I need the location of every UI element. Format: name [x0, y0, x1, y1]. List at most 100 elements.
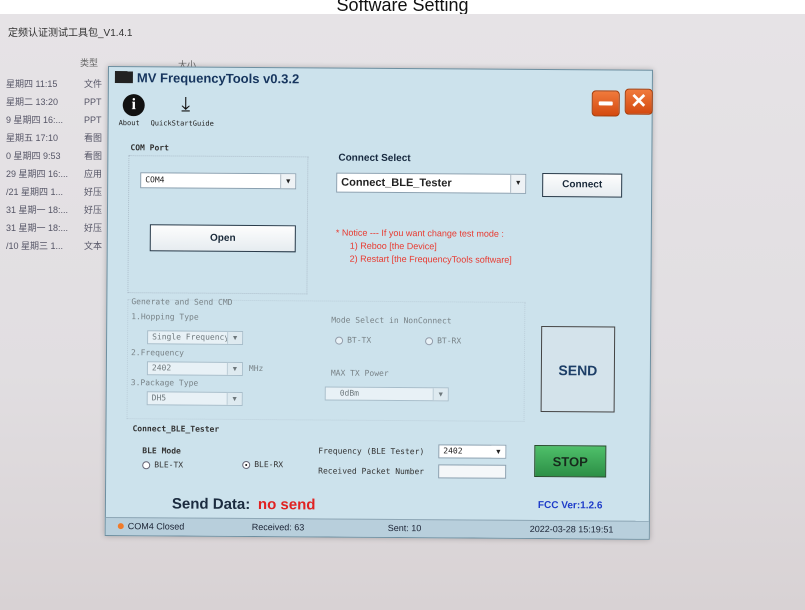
file-type: 应用 [84, 169, 103, 179]
frequency-select[interactable]: 2402 ▼ [146, 361, 243, 376]
ble-tx-radio[interactable] [142, 461, 151, 470]
frequency-tools-window: MV FrequencyTools v0.3.2 ✕ i About ⤓ Qui… [104, 66, 653, 540]
status-received: Received: 63 [251, 522, 305, 533]
ble-frequency-select[interactable]: 2402 ▼ [438, 444, 507, 459]
file-type: 好压 [84, 187, 103, 197]
explorer-file-row[interactable]: 9 星期四 16:... PPT [6, 113, 102, 126]
ble-tx-label[interactable]: BLE-TX [154, 460, 183, 469]
status-bar: COM4 Closed Received: 63 Sent: 10 2022-0… [105, 516, 649, 539]
explorer-file-row[interactable]: 31 星期一 18:... 好压 [6, 221, 102, 234]
explorer-file-row[interactable]: 星期五 17:10 看图 [6, 131, 102, 144]
package-type-select[interactable]: DH5 ▼ [146, 391, 243, 406]
hopping-type-value: Single Frequency [152, 332, 230, 342]
max-tx-power-label: MAX TX Power [330, 368, 389, 378]
minimize-button[interactable] [591, 90, 620, 117]
download-gear-icon[interactable]: ⤓ [173, 91, 199, 117]
status-datetime: 2022-03-28 15:19:51 [529, 523, 614, 535]
chevron-down-icon: ▼ [280, 174, 296, 189]
com-port-value: COM4 [145, 175, 165, 185]
ble-rx-label[interactable]: BLE-RX [254, 460, 283, 469]
notice-line-1: * Notice --- If you want change test mod… [335, 227, 504, 239]
file-type: 好压 [84, 205, 103, 215]
bt-tx-label[interactable]: BT-TX [347, 336, 371, 345]
max-tx-power-value: 0dBm [339, 388, 360, 398]
explorer-file-row[interactable]: 29 星期四 16:... 应用 [6, 167, 102, 180]
frequency-value: 2402 [151, 363, 172, 373]
max-tx-power-select[interactable]: 0dBm ▼ [324, 386, 449, 402]
frequency-unit: MHz [248, 363, 264, 374]
connect-select[interactable]: Connect_BLE_Tester ▼ [336, 172, 527, 194]
chevron-down-icon: ▼ [510, 174, 526, 193]
chevron-down-icon: ▼ [226, 392, 242, 405]
hopping-type-select[interactable]: Single Frequency ▼ [147, 330, 244, 345]
com-port-select[interactable]: COM4 ▼ [140, 172, 297, 190]
file-date: 星期四 11:15 [6, 79, 58, 89]
ble-mode-label: BLE Mode [142, 446, 181, 456]
send-button[interactable]: SEND [540, 326, 616, 413]
package-type-label: 3.Package Type [130, 378, 199, 388]
file-type: PPT [84, 97, 102, 107]
send-data-label: Send Data: [171, 495, 251, 514]
fcc-version: FCC Ver:1.2.6 [537, 500, 603, 512]
explorer-file-row[interactable]: 星期四 11:15 文件 [6, 77, 102, 90]
close-button[interactable]: ✕ [624, 88, 653, 115]
explorer-title: 定频认证测试工具包_V1.4.1 [8, 28, 133, 39]
connect-select-label: Connect Select [338, 152, 411, 165]
notice-line-3: 2) Restart [the FrequencyTools software] [349, 253, 512, 265]
file-type: 看图 [84, 151, 103, 161]
file-date: 9 星期四 16:... [6, 115, 64, 125]
file-type: 好压 [84, 223, 103, 233]
bt-tx-radio[interactable] [335, 336, 344, 345]
bt-rx-radio[interactable] [425, 337, 434, 346]
explorer-file-row[interactable]: 0 星期四 9:53 看图 [6, 149, 102, 162]
chevron-down-icon: ▼ [226, 362, 242, 375]
explorer-file-row[interactable]: 星期二 13:20 PPT [6, 95, 102, 108]
file-type: 文件 [84, 79, 103, 89]
bt-rx-label[interactable]: BT-RX [437, 336, 461, 345]
com-port-label: COM Port [130, 143, 169, 153]
status-indicator-icon [117, 523, 124, 530]
about-label[interactable]: About [119, 119, 140, 127]
package-type-value: DH5 [151, 393, 167, 403]
notice-text: * Notice --- If you want change test mod… [336, 227, 512, 267]
file-date: 31 星期一 18:... [6, 205, 69, 215]
status-port: COM4 Closed [127, 521, 185, 532]
chevron-down-icon: ▼ [227, 331, 243, 344]
file-type: PPT [84, 115, 102, 125]
file-type: 看图 [84, 133, 103, 143]
quickstart-guide-label[interactable]: QuickStartGuide [151, 119, 214, 127]
window-title: MV FrequencyTools v0.3.2 [136, 70, 300, 87]
ble-frequency-value: 2402 [443, 446, 463, 456]
explorer-column-type[interactable]: 类型 [80, 56, 98, 69]
connect-button[interactable]: Connect [542, 173, 623, 198]
explorer-file-row[interactable]: /21 星期四 1... 好压 [6, 185, 102, 198]
stop-button[interactable]: STOP [534, 444, 607, 478]
hopping-type-label: 1.Hopping Type [131, 312, 199, 322]
mode-select-label: Mode Select in NonConnect [331, 315, 452, 326]
photo-caption: Software Setting [0, 0, 805, 14]
file-type: 文本 [84, 241, 103, 251]
open-button[interactable]: Open [149, 224, 296, 253]
chevron-down-icon: ▼ [432, 388, 448, 401]
chevron-down-icon: ▼ [491, 445, 506, 458]
send-data-value: no send [257, 496, 316, 514]
info-icon[interactable]: i [122, 94, 145, 117]
ble-frequency-label: Frequency (BLE Tester) [318, 446, 425, 457]
file-date: /10 星期三 1... [6, 241, 64, 251]
file-date: 星期二 13:20 [6, 97, 59, 107]
explorer-file-row[interactable]: /10 星期三 1... 文本 [6, 239, 102, 252]
explorer-file-row[interactable]: 31 星期一 18:... 好压 [6, 203, 102, 216]
received-packet-field[interactable] [438, 464, 507, 479]
frequency-label: 2.Frequency [130, 348, 185, 358]
received-packet-label: Received Packet Number [318, 466, 425, 477]
file-date: 29 星期四 16:... [6, 169, 69, 179]
file-date: 0 星期四 9:53 [6, 151, 61, 161]
ble-rx-radio[interactable] [242, 460, 251, 470]
title-bar[interactable]: MV FrequencyTools v0.3.2 [109, 67, 652, 91]
connect-select-value: Connect_BLE_Tester [341, 176, 452, 190]
app-icon [114, 71, 133, 84]
file-date: 星期五 17:10 [6, 133, 59, 143]
file-date: 31 星期一 18:... [6, 223, 69, 233]
notice-line-2: 1) Reboo [the Device] [349, 240, 437, 252]
status-sent: Sent: 10 [387, 522, 422, 534]
